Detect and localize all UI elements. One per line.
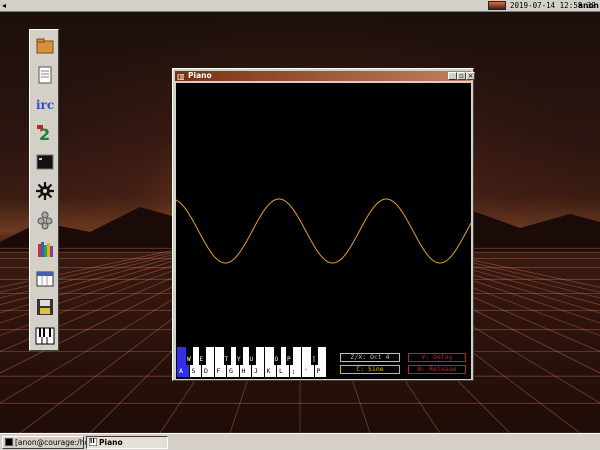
piano-keyboard: A S D F G H J K L; ' P W E T Y U O P]: [177, 347, 327, 377]
window-title-bar[interactable]: ▥ Piano _ ▫ ×: [175, 71, 475, 81]
waveform-display: [176, 198, 471, 264]
calendar-icon[interactable]: [35, 268, 55, 288]
irc-icon[interactable]: irc: [35, 94, 55, 114]
piano-window: ▥ Piano _ ▫ × A S D F G H J K L; ' P W E T Y U O P] Z/X: …: [172, 68, 475, 381]
key-label: F: [216, 367, 221, 375]
piano-title-icon: ▥: [177, 72, 185, 81]
key-label: U: [249, 356, 254, 363]
black-key[interactable]: P: [286, 347, 293, 365]
black-key[interactable]: E: [198, 347, 206, 365]
username: anon: [578, 1, 599, 10]
gear-icon[interactable]: [35, 181, 55, 201]
floppy-disk-icon[interactable]: [35, 297, 55, 317]
svg-text:irc: irc: [36, 98, 54, 112]
key-label: Y: [237, 356, 241, 363]
2048-icon[interactable]: 2: [35, 123, 55, 144]
hearts-icon[interactable]: [35, 210, 55, 230]
terminal-icon[interactable]: [35, 152, 55, 172]
black-key[interactable]: ]: [311, 347, 318, 365]
top-bar: ◂ 2019-07-14 12:58:39 anon: [0, 0, 600, 12]
window-title: Piano: [188, 71, 212, 80]
key-label: P: [316, 367, 321, 375]
key-label: ;: [291, 367, 296, 375]
task-piano[interactable]: Piano: [86, 436, 168, 449]
books-icon[interactable]: [35, 239, 55, 259]
folder-icon[interactable]: [35, 36, 55, 56]
task-terminal[interactable]: [anon@courage:/ho...: [2, 436, 96, 449]
minimize-button[interactable]: _: [448, 72, 457, 80]
key-label: P: [287, 356, 291, 363]
key-label: S: [191, 367, 196, 375]
task-label: [anon@courage:/ho...: [15, 438, 97, 447]
key-label: O: [274, 356, 279, 363]
black-key[interactable]: T: [223, 347, 231, 365]
close-button[interactable]: ×: [466, 72, 475, 80]
wave-selector: C: Sine: [340, 365, 400, 374]
delay-toggle: V: Delay: [408, 353, 466, 362]
key-label: T: [224, 356, 229, 363]
terminal-icon: [5, 438, 13, 446]
taskbar: [anon@courage:/ho... Piano: [0, 433, 600, 450]
key-label: ]: [312, 356, 316, 363]
key-label: W: [187, 356, 191, 363]
task-label: Piano: [99, 438, 123, 447]
key-label: K: [266, 367, 271, 375]
maximize-button[interactable]: ▫: [457, 72, 466, 80]
key-label: A: [179, 367, 183, 375]
menu-arrow-icon[interactable]: ◂: [2, 1, 6, 10]
key-label: G: [229, 367, 233, 375]
key-label: H: [241, 367, 246, 375]
release-toggle: B: Release: [408, 365, 466, 374]
key-label: D: [204, 367, 208, 375]
text-editor-icon[interactable]: [35, 65, 55, 85]
key-label: ': [304, 367, 308, 375]
waveform-line: [176, 198, 471, 264]
application-dock: irc 2: [29, 29, 59, 351]
black-key[interactable]: O: [273, 347, 281, 365]
black-key[interactable]: Y: [236, 347, 243, 365]
black-key[interactable]: U: [248, 347, 256, 365]
piano-icon[interactable]: [35, 326, 55, 346]
key-label: J: [254, 367, 258, 375]
piano-canvas[interactable]: A S D F G H J K L; ' P W E T Y U O P] Z/X: Oct 4 C: Sine …: [176, 83, 471, 379]
black-key[interactable]: W: [186, 347, 193, 365]
key-label: E: [199, 356, 204, 363]
system-tray-icon[interactable]: [488, 1, 506, 10]
key-label: L: [279, 367, 283, 375]
piano-icon: [88, 437, 98, 447]
octave-indicator: Z/X: Oct 4: [340, 353, 400, 362]
